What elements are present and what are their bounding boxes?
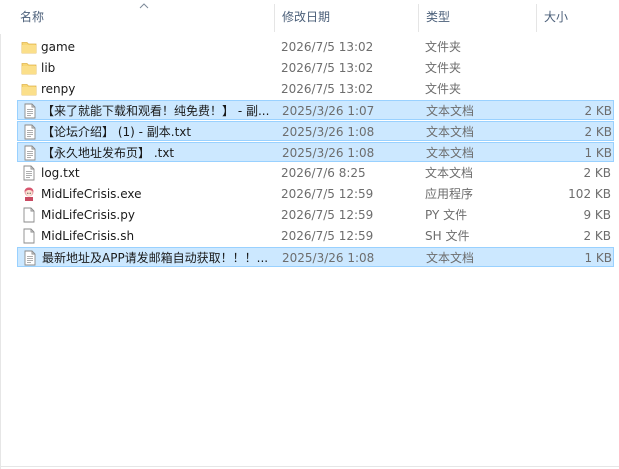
file-row[interactable]: MidLifeCrisis.py 2026/7/5 12:59 PY 文件 9 KB (17, 205, 614, 225)
file-size: 2 KB (583, 229, 611, 243)
file-date: 2026/7/5 12:59 (281, 208, 374, 222)
file-name: 最新地址及APP请发邮箱自动获取！！！... (42, 251, 269, 265)
file-row[interactable]: game 2026/7/5 13:02 文件夹 (17, 37, 614, 57)
file-type: 应用程序 (425, 187, 474, 201)
sort-ascending-icon (139, 3, 149, 9)
file-size: 1 KB (584, 251, 612, 265)
file-date: 2026/7/5 12:59 (281, 229, 374, 243)
file-row[interactable]: MidLifeCrisis.exe 2026/7/5 12:59 应用程序 102 K… (17, 184, 614, 204)
file-type: PY 文件 (425, 208, 468, 222)
file-row[interactable]: 【永久地址发布页】 .txt 2025/3/26 1:08 文本文档 1 KB (17, 142, 614, 162)
file-name: 【论坛介绍】 (1) - 副本.txt (42, 125, 192, 139)
file-name: 【永久地址发布页】 .txt (42, 146, 175, 160)
file-type: 文件夹 (425, 61, 462, 75)
file-size: 9 KB (583, 208, 611, 222)
column-header-bar: 名称 修改日期 类型 大小 (0, 0, 619, 34)
file-name: MidLifeCrisis.exe (41, 187, 142, 201)
file-name: MidLifeCrisis.sh (41, 229, 135, 243)
column-header-size[interactable]: 大小 (536, 0, 619, 34)
file-date: 2025/3/26 1:08 (282, 125, 375, 139)
file-row[interactable]: lib 2026/7/5 13:02 文件夹 (17, 58, 614, 78)
file-type: 文件夹 (425, 82, 462, 96)
text-file-icon (22, 250, 38, 266)
file-row[interactable]: 最新地址及APP请发邮箱自动获取！！！... 2025/3/26 1:08 文本文档… (17, 247, 614, 267)
file-date: 2026/7/6 8:25 (281, 166, 366, 180)
file-row[interactable]: renpy 2026/7/5 13:02 文件夹 (17, 79, 614, 99)
app-exe-icon (21, 186, 37, 202)
blank-file-icon (21, 207, 37, 223)
column-header-type[interactable]: 类型 (418, 0, 536, 34)
file-date: 2026/7/5 12:59 (281, 187, 374, 201)
blank-file-icon (21, 228, 37, 244)
file-row[interactable]: log.txt 2026/7/6 8:25 文本文档 2 KB (17, 163, 614, 183)
file-size (537, 58, 611, 78)
column-header-date[interactable]: 修改日期 (274, 0, 418, 34)
file-date: 2026/7/5 13:02 (281, 82, 374, 96)
file-size: 102 KB (568, 187, 611, 201)
file-type: 文本文档 (426, 146, 475, 160)
file-date: 2026/7/5 13:02 (281, 61, 374, 75)
file-size: 1 KB (584, 146, 612, 160)
text-file-icon (21, 165, 37, 181)
file-size: 2 KB (584, 125, 612, 139)
left-border (0, 0, 1, 469)
file-row[interactable]: MidLifeCrisis.sh 2026/7/5 12:59 SH 文件 2 KB (17, 226, 614, 246)
folder-icon (21, 81, 37, 97)
file-date: 2026/7/5 13:02 (281, 40, 374, 54)
file-row[interactable]: 【来了就能下载和观看！纯免费！】 - 副... 2025/3/26 1:07 文本文… (17, 100, 614, 120)
file-type: 文件夹 (425, 40, 462, 54)
file-size: 2 KB (584, 104, 612, 118)
file-name: lib (41, 61, 56, 75)
file-name: renpy (41, 82, 76, 96)
folder-icon (21, 60, 37, 76)
file-name: MidLifeCrisis.py (41, 208, 135, 222)
file-date: 2025/3/26 1:07 (282, 104, 375, 118)
text-file-icon (22, 124, 38, 140)
file-type: 文本文档 (425, 166, 474, 180)
file-size (537, 37, 611, 57)
file-size (537, 79, 611, 99)
file-name: 【来了就能下载和观看！纯免费！】 - 副... (42, 104, 270, 118)
text-file-icon (22, 103, 38, 119)
text-file-icon (22, 145, 38, 161)
file-date: 2025/3/26 1:08 (282, 146, 375, 160)
folder-icon (21, 39, 37, 55)
file-date: 2025/3/26 1:08 (282, 251, 375, 265)
file-type: SH 文件 (425, 229, 470, 243)
file-row[interactable]: 【论坛介绍】 (1) - 副本.txt 2025/3/26 1:08 文本文档 2 K… (17, 121, 614, 141)
file-explorer-list: 名称 修改日期 类型 大小 game 2026/7/5 13:02 文件夹 lib 20… (0, 0, 619, 469)
bottom-border (0, 466, 619, 467)
file-name: game (41, 40, 76, 54)
file-size: 2 KB (583, 166, 611, 180)
file-type: 文本文档 (426, 104, 475, 118)
file-type: 文本文档 (426, 125, 475, 139)
file-type: 文本文档 (426, 251, 475, 265)
file-name: log.txt (41, 166, 80, 180)
